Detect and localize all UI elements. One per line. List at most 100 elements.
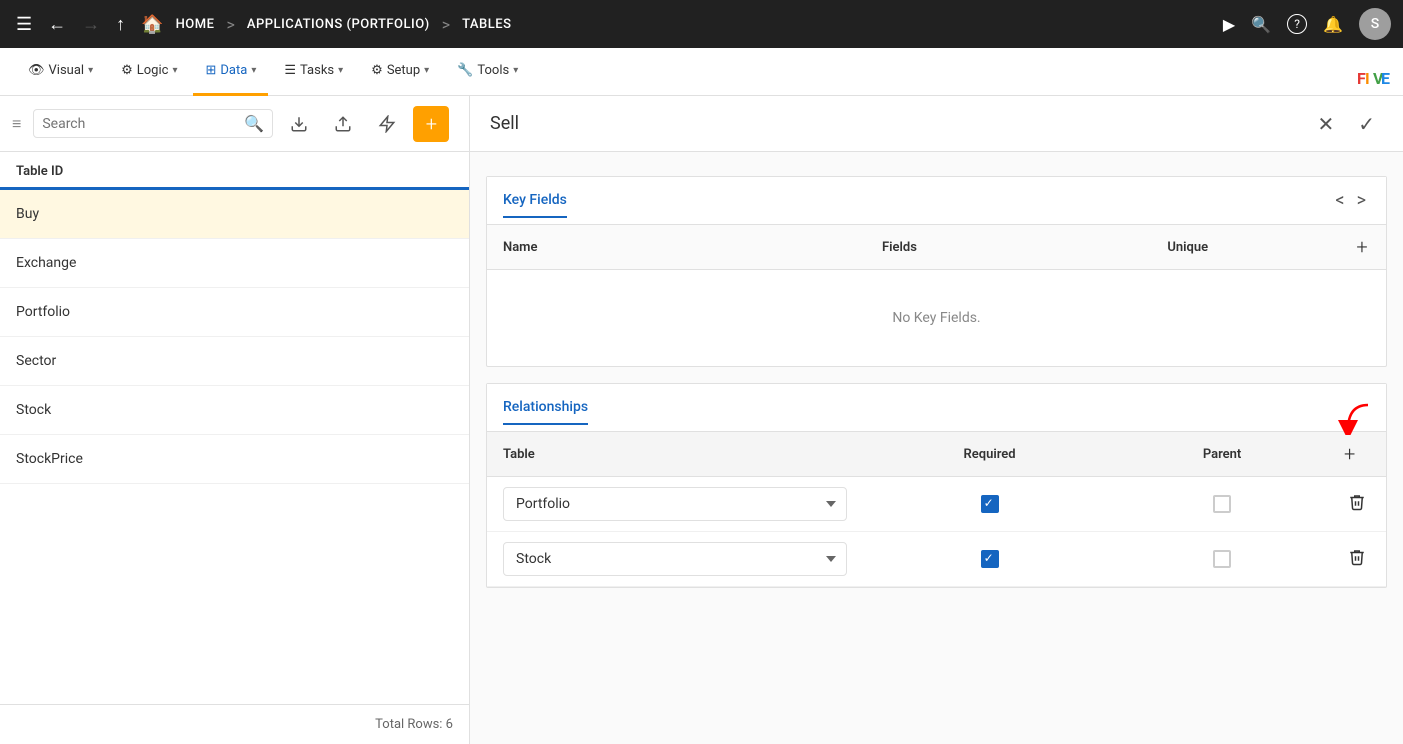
add-button[interactable]: + bbox=[413, 106, 449, 142]
key-fields-tab[interactable]: Key Fields bbox=[503, 184, 567, 218]
tools-icon: 🔧 bbox=[457, 63, 473, 78]
rel-add-header: + bbox=[1328, 432, 1386, 477]
nav-label-tasks: Tasks bbox=[300, 63, 334, 78]
next-button[interactable]: > bbox=[1353, 186, 1370, 215]
play-icon[interactable]: ▶ bbox=[1223, 15, 1235, 34]
breadcrumb-sep-2: > bbox=[442, 15, 450, 34]
logic-icon: ⚙ bbox=[121, 63, 133, 78]
rel-table-header: Table bbox=[487, 432, 863, 477]
left-panel: ≡ 🔍 bbox=[0, 96, 470, 744]
rel-table-select-portfolio[interactable]: Portfolio Exchange Buy Sector Stock Stoc… bbox=[503, 487, 847, 521]
chevron-down-icon-data: ▾ bbox=[251, 65, 256, 76]
search-input[interactable] bbox=[42, 116, 236, 132]
rel-table-cell-stock: Portfolio Exchange Buy Sector Stock Stoc… bbox=[487, 532, 863, 587]
rel-parent-cell-stock bbox=[1116, 532, 1328, 587]
grid-icon: ⊞ bbox=[205, 63, 216, 78]
rel-required-checkbox-portfolio[interactable] bbox=[981, 495, 999, 513]
right-panel: Sell ✕ ✓ Key Fields < > bbox=[470, 96, 1403, 744]
kf-name-header: Name bbox=[487, 225, 761, 270]
chevron-down-icon-logic: ▾ bbox=[172, 65, 177, 76]
nav-item-setup[interactable]: ⚙ Setup ▾ bbox=[359, 48, 441, 96]
help-icon[interactable]: ? bbox=[1287, 14, 1307, 34]
table-row-portfolio[interactable]: Portfolio bbox=[0, 288, 469, 337]
confirm-button[interactable]: ✓ bbox=[1350, 108, 1383, 140]
bolt-button[interactable] bbox=[369, 106, 405, 142]
chevron-down-icon-tools: ▾ bbox=[513, 65, 518, 76]
table-row-sector[interactable]: Sector bbox=[0, 337, 469, 386]
rel-table-select-stock[interactable]: Portfolio Exchange Buy Sector Stock Stoc… bbox=[503, 542, 847, 576]
nav-label-logic: Logic bbox=[137, 63, 169, 78]
rel-row-stock: Portfolio Exchange Buy Sector Stock Stoc… bbox=[487, 532, 1386, 587]
close-button[interactable]: ✕ bbox=[1309, 108, 1342, 140]
notification-icon[interactable]: 🔔 bbox=[1323, 15, 1343, 34]
nav-label-tools: Tools bbox=[477, 63, 509, 78]
back-icon[interactable]: ← bbox=[44, 10, 70, 39]
top-nav-bar: ☰ ← → ↑ 🏠 HOME > APPLICATIONS (PORTFOLIO… bbox=[0, 0, 1403, 48]
relationships-tab-bar: Relationships bbox=[487, 384, 1386, 432]
left-panel-footer: Total Rows: 6 bbox=[0, 704, 469, 744]
nav-item-tools[interactable]: 🔧 Tools ▾ bbox=[445, 48, 530, 96]
nav-item-tasks[interactable]: ☰ Tasks ▾ bbox=[272, 48, 355, 96]
rel-required-checkbox-stock[interactable] bbox=[981, 550, 999, 568]
rel-parent-cell-portfolio bbox=[1116, 477, 1328, 532]
key-fields-section: Key Fields < > Name Fields Unique + bbox=[486, 176, 1387, 367]
table-row-stock[interactable]: Stock bbox=[0, 386, 469, 435]
table-row-buy[interactable]: Buy bbox=[0, 190, 469, 239]
rel-required-cell-stock bbox=[863, 532, 1116, 587]
rel-header-row: Table Required Parent + bbox=[487, 432, 1386, 477]
nav-item-logic[interactable]: ⚙ Logic ▾ bbox=[109, 48, 189, 96]
add-relationship-button[interactable]: + bbox=[1344, 442, 1355, 466]
relationships-tab[interactable]: Relationships bbox=[503, 391, 588, 425]
rel-parent-checkbox-portfolio[interactable] bbox=[1213, 495, 1231, 513]
search-container: 🔍 bbox=[33, 109, 273, 138]
kf-fields-header: Fields bbox=[761, 225, 1037, 270]
right-panel-scroll[interactable]: Key Fields < > Name Fields Unique + bbox=[470, 152, 1403, 744]
table-list: Buy Exchange Portfolio Sector Stock Stoc… bbox=[0, 190, 469, 704]
rel-delete-cell-stock bbox=[1328, 532, 1386, 587]
table-column-header: Table ID bbox=[0, 152, 469, 190]
rel-delete-button-stock[interactable] bbox=[1344, 544, 1370, 574]
nav-label-data: Data bbox=[220, 63, 247, 78]
rel-parent-checkbox-stock[interactable] bbox=[1213, 550, 1231, 568]
second-nav-bar: 👁 Visual ▾ ⚙ Logic ▾ ⊞ Data ▾ ☰ Tasks ▾ … bbox=[0, 48, 1403, 96]
table-row-exchange[interactable]: Exchange bbox=[0, 239, 469, 288]
red-arrow-annotation bbox=[1338, 400, 1378, 435]
home-icon[interactable]: 🏠 bbox=[137, 10, 167, 39]
key-fields-table: Name Fields Unique + No Key Fields. bbox=[487, 225, 1386, 366]
setup-icon: ⚙ bbox=[371, 63, 383, 78]
tables-label[interactable]: TABLES bbox=[462, 17, 511, 32]
table-row-stockprice[interactable]: StockPrice bbox=[0, 435, 469, 484]
add-key-field-button[interactable]: + bbox=[1356, 235, 1367, 259]
menu-icon[interactable]: ☰ bbox=[12, 10, 36, 39]
download-button[interactable] bbox=[281, 106, 317, 142]
tasks-icon: ☰ bbox=[284, 63, 296, 78]
forward-icon[interactable]: → bbox=[78, 10, 104, 39]
right-panel-header: Sell ✕ ✓ bbox=[470, 96, 1403, 152]
prev-button[interactable]: < bbox=[1331, 186, 1348, 215]
app-label[interactable]: APPLICATIONS (PORTFOLIO) bbox=[247, 17, 430, 32]
chevron-down-icon-visual: ▾ bbox=[88, 65, 93, 76]
nav-item-visual[interactable]: 👁 Visual ▾ bbox=[16, 48, 105, 96]
up-icon[interactable]: ↑ bbox=[112, 10, 129, 39]
rel-delete-cell-portfolio bbox=[1328, 477, 1386, 532]
key-fields-nav: < > bbox=[1331, 186, 1370, 215]
key-fields-no-data-row: No Key Fields. bbox=[487, 270, 1386, 367]
rel-delete-button-portfolio[interactable] bbox=[1344, 489, 1370, 519]
filter-icon: ≡ bbox=[12, 114, 21, 134]
nav-label-setup: Setup bbox=[387, 63, 420, 78]
right-panel-actions: ✕ ✓ bbox=[1309, 108, 1383, 140]
search-icon[interactable]: 🔍 bbox=[1251, 15, 1271, 34]
rel-parent-header: Parent bbox=[1116, 432, 1328, 477]
upload-button[interactable] bbox=[325, 106, 361, 142]
key-fields-tab-bar: Key Fields < > bbox=[487, 177, 1386, 225]
avatar[interactable]: S bbox=[1359, 8, 1391, 40]
toolbar: ≡ 🔍 bbox=[0, 96, 469, 152]
home-label[interactable]: HOME bbox=[176, 17, 215, 32]
right-panel-title: Sell bbox=[490, 113, 1309, 134]
chevron-down-icon-setup: ▾ bbox=[424, 65, 429, 76]
rel-table-cell-portfolio: Portfolio Exchange Buy Sector Stock Stoc… bbox=[487, 477, 863, 532]
kf-unique-header: Unique bbox=[1038, 225, 1338, 270]
rel-required-cell-portfolio bbox=[863, 477, 1116, 532]
search-submit-icon[interactable]: 🔍 bbox=[244, 114, 264, 133]
nav-item-data[interactable]: ⊞ Data ▾ bbox=[193, 48, 268, 96]
